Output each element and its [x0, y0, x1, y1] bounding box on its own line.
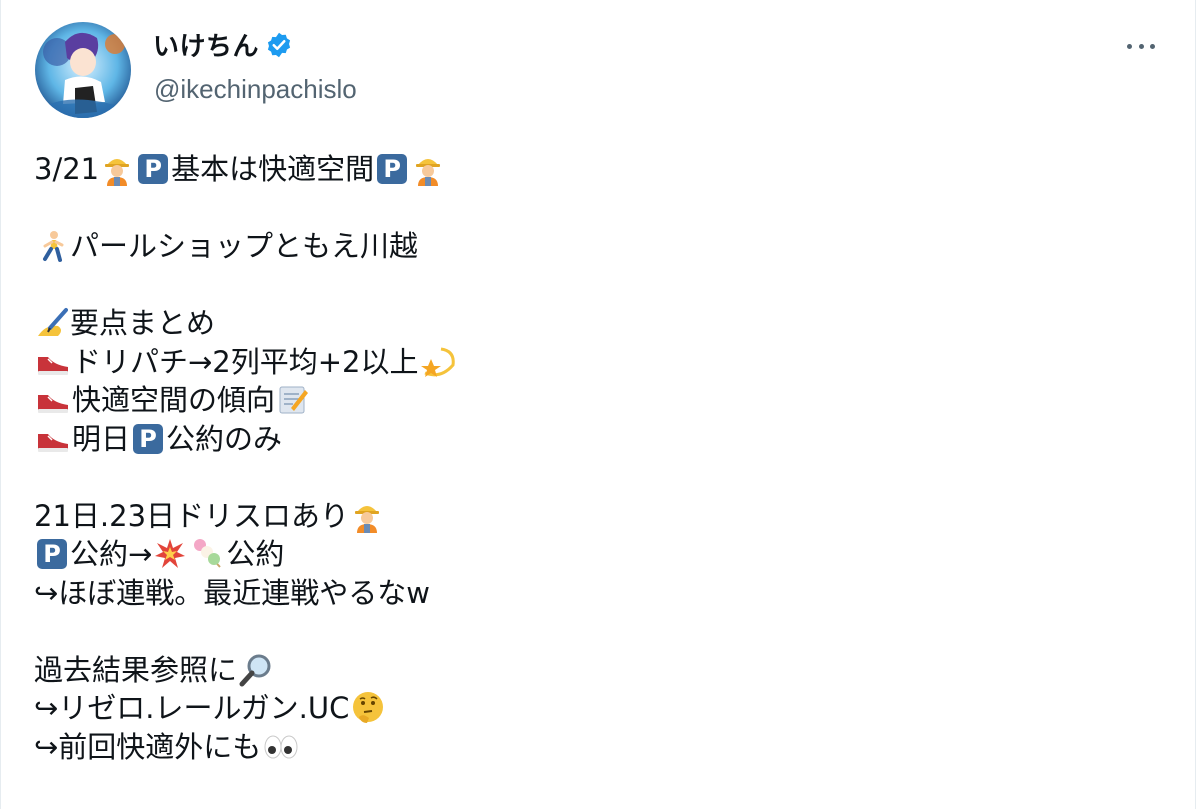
- handle[interactable]: @ikechinpachislo: [154, 74, 357, 105]
- tweet-line: ↪リゼロ.レールガン.UC: [34, 689, 1154, 728]
- parking-icon: P: [138, 154, 169, 185]
- tweet-line: 快適空間の傾向: [34, 381, 1154, 420]
- tweet-line: ↪ほぼ連戦。最近連戦やるなw: [34, 575, 431, 610]
- construction-worker-emoji: [416, 159, 441, 187]
- sneaker-emoji: [38, 395, 68, 414]
- tweet-line: 要点まとめ: [34, 304, 1154, 343]
- runner-emoji: [43, 231, 64, 263]
- sneaker-emoji: [38, 433, 68, 452]
- verified-badge-icon: [267, 32, 291, 57]
- tweet-line: 21日.23日ドリスロあり: [34, 497, 1154, 536]
- tweet-text: 3/21 P 基本は快適空間 P パールショップともえ川越 要点まとめ ドリパチ…: [34, 150, 1154, 766]
- display-name[interactable]: いけちん: [153, 26, 293, 63]
- avatar[interactable]: [35, 22, 131, 118]
- tweet-card: いけちん @ikechinpachislo 3/21 P 基本は快適空間 P パ…: [0, 0, 1196, 809]
- writing-hand-emoji: [38, 308, 68, 337]
- tweet-line: 明日 P 公約のみ: [34, 420, 1154, 459]
- tweet-line: 3/21 P 基本は快適空間 P: [34, 150, 1154, 189]
- more-horizontal-icon[interactable]: [1127, 36, 1155, 56]
- memo-emoji: [279, 386, 309, 414]
- tweet-line: ↪前回快適外にも: [34, 728, 1154, 767]
- construction-worker-emoji: [355, 505, 380, 533]
- sneaker-emoji: [38, 356, 68, 375]
- parking-icon: P: [377, 154, 408, 185]
- dango-emoji: [194, 539, 222, 568]
- tweet-line: ドリパチ→2列平均+2以上: [34, 343, 1154, 382]
- thinking-face-emoji: [353, 692, 384, 724]
- eyes-emoji: [264, 735, 298, 759]
- display-name-text[interactable]: いけちん: [153, 26, 259, 63]
- tweet-line: P 公約→ 公約: [34, 535, 1154, 574]
- dizzy-star-emoji: [420, 347, 455, 377]
- parking-icon: P: [133, 423, 164, 454]
- construction-worker-emoji: [105, 159, 130, 187]
- tweet-line: 過去結果参照に: [34, 651, 1154, 690]
- tweet-line: パールショップともえ川越: [34, 227, 1154, 266]
- magnifying-glass-emoji: [239, 654, 271, 687]
- parking-icon: P: [37, 539, 67, 570]
- collision-emoji: [155, 539, 186, 569]
